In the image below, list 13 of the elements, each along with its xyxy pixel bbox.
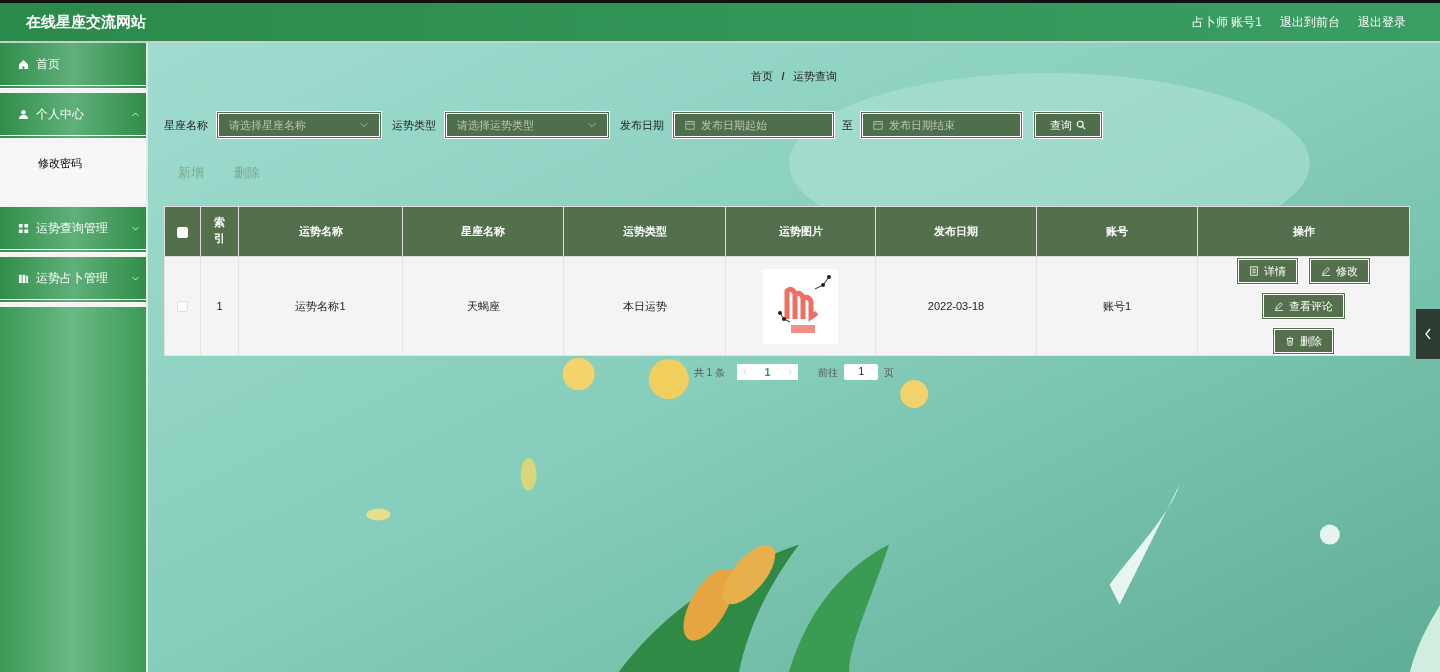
site-title: 在线星座交流网站 — [26, 11, 146, 33]
user-icon — [18, 108, 29, 120]
sidebar-item[interactable]: 个人中心 — [0, 93, 146, 139]
header-link[interactable]: 退出到前台 — [1280, 13, 1340, 31]
book-icon — [18, 272, 29, 284]
user-label: 占卜师 账号1 — [1192, 14, 1262, 31]
header-link[interactable]: 退出登录 — [1358, 13, 1406, 31]
sidebar-item[interactable]: 运势查询管理 — [0, 207, 146, 253]
grid-icon — [18, 222, 29, 234]
sidebar-item[interactable]: 运势占卜管理 — [0, 257, 146, 303]
submenu-item[interactable]: 修改密码 — [0, 143, 146, 183]
home-icon — [18, 58, 29, 70]
sidebar-item[interactable]: 首页 — [0, 43, 146, 89]
